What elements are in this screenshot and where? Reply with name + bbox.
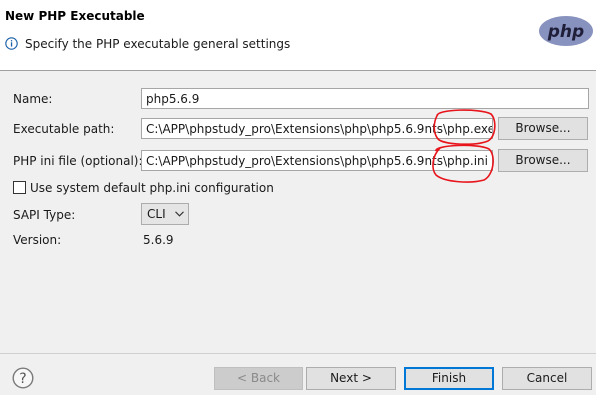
footer-separator	[0, 353, 596, 354]
cancel-button[interactable]: Cancel	[502, 367, 592, 390]
version-value: 5.6.9	[143, 233, 174, 247]
ini-file-label: PHP ini file (optional):	[13, 154, 143, 168]
sapi-type-value: CLI	[147, 207, 166, 221]
name-field[interactable]: php5.6.9	[141, 88, 589, 109]
wizard-header: New PHP Executable Specify the PHP execu…	[0, 0, 596, 71]
back-button[interactable]: < Back	[214, 367, 303, 390]
info-icon	[5, 37, 18, 50]
chevron-down-icon	[175, 211, 184, 217]
name-label: Name:	[13, 92, 53, 106]
svg-text:?: ?	[19, 371, 26, 387]
ini-file-field[interactable]: C:\APP\phpstudy_pro\Extensions\php\php5.…	[141, 150, 493, 171]
use-default-ini-checkbox[interactable]	[13, 181, 26, 194]
executable-path-field[interactable]: C:\APP\phpstudy_pro\Extensions\php\php5.…	[141, 118, 493, 139]
php-logo-text: php	[547, 22, 584, 42]
next-button[interactable]: Next >	[306, 367, 396, 390]
page-title: New PHP Executable	[5, 9, 145, 23]
executable-path-label: Executable path:	[13, 122, 115, 136]
help-icon[interactable]: ?	[12, 367, 34, 389]
use-default-ini-label[interactable]: Use system default php.ini configuration	[30, 181, 274, 195]
browse-executable-button[interactable]: Browse...	[498, 117, 588, 140]
version-label: Version:	[13, 233, 62, 247]
sapi-type-label: SAPI Type:	[13, 208, 76, 222]
browse-ini-button[interactable]: Browse...	[498, 149, 588, 172]
php-logo: php	[539, 16, 593, 46]
sapi-type-select[interactable]: CLI	[141, 203, 189, 225]
finish-button[interactable]: Finish	[404, 367, 494, 390]
header-message: Specify the PHP executable general setti…	[25, 37, 291, 51]
